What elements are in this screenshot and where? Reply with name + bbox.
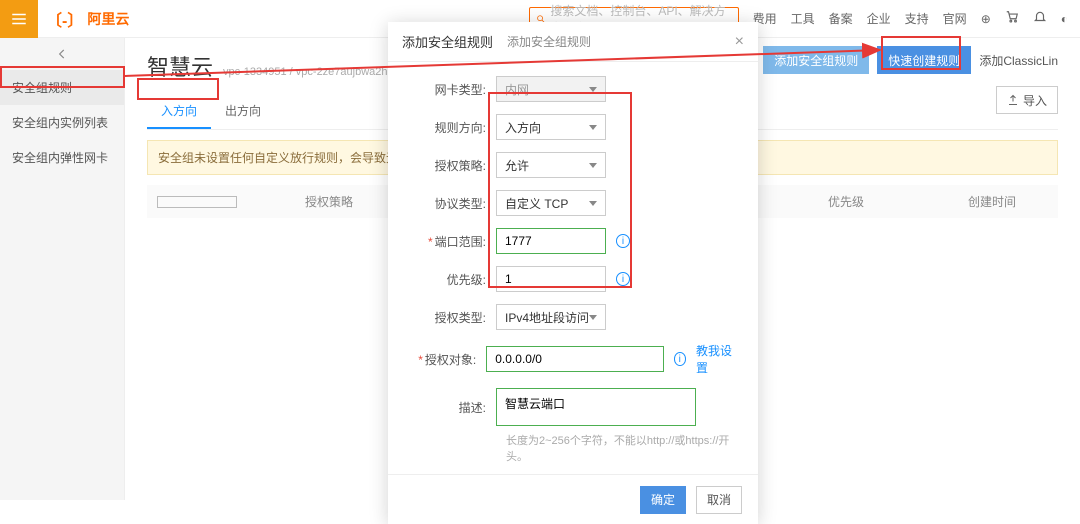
chevron-down-icon [589,201,597,206]
chevron-down-icon [589,125,597,130]
label-proto: 协议类型: [408,195,496,212]
label-desc: 描述: [408,399,496,416]
label-authtype: 授权类型: [408,309,496,326]
desc-input[interactable]: 智慧云端口 [496,388,696,426]
port-input[interactable] [496,228,606,254]
label-port: *端口范围: [408,233,496,250]
chevron-down-icon [589,163,597,168]
target-input[interactable] [486,346,663,372]
nic-select[interactable]: 内网 [496,76,606,102]
label-target: *授权对象: [408,351,486,368]
label-policy: 授权策略: [408,157,496,174]
desc-hint: 长度为2~256个字符，不能以http://或https://开头。 [506,432,738,464]
info-icon[interactable]: i [616,272,630,286]
info-icon[interactable]: i [616,234,630,248]
protocol-select[interactable]: 自定义 TCP [496,190,606,216]
priority-input[interactable] [496,266,606,292]
modal-subtitle: 添加安全组规则 [507,33,591,50]
modal-title: 添加安全组规则 [402,32,493,51]
teach-link[interactable]: 教我设置 [696,342,738,376]
add-rule-modal: 添加安全组规则 添加安全组规则 × 网卡类型: 内网 规则方向: 入方向 授权策… [388,22,758,524]
label-prio: 优先级: [408,271,496,288]
modal-footer: 确定 取消 [388,474,758,524]
chevron-down-icon [589,87,597,92]
direction-select[interactable]: 入方向 [496,114,606,140]
policy-select[interactable]: 允许 [496,152,606,178]
modal-form: 网卡类型: 内网 规则方向: 入方向 授权策略: 允许 协议类型: 自定义 TC… [388,62,758,474]
label-nic: 网卡类型: [408,81,496,98]
close-icon[interactable]: × [735,33,744,51]
modal-header: 添加安全组规则 添加安全组规则 × [388,22,758,62]
authtype-select[interactable]: IPv4地址段访问 [496,304,606,330]
chevron-down-icon [589,315,597,320]
info-icon[interactable]: i [674,352,687,366]
label-dir: 规则方向: [408,119,496,136]
